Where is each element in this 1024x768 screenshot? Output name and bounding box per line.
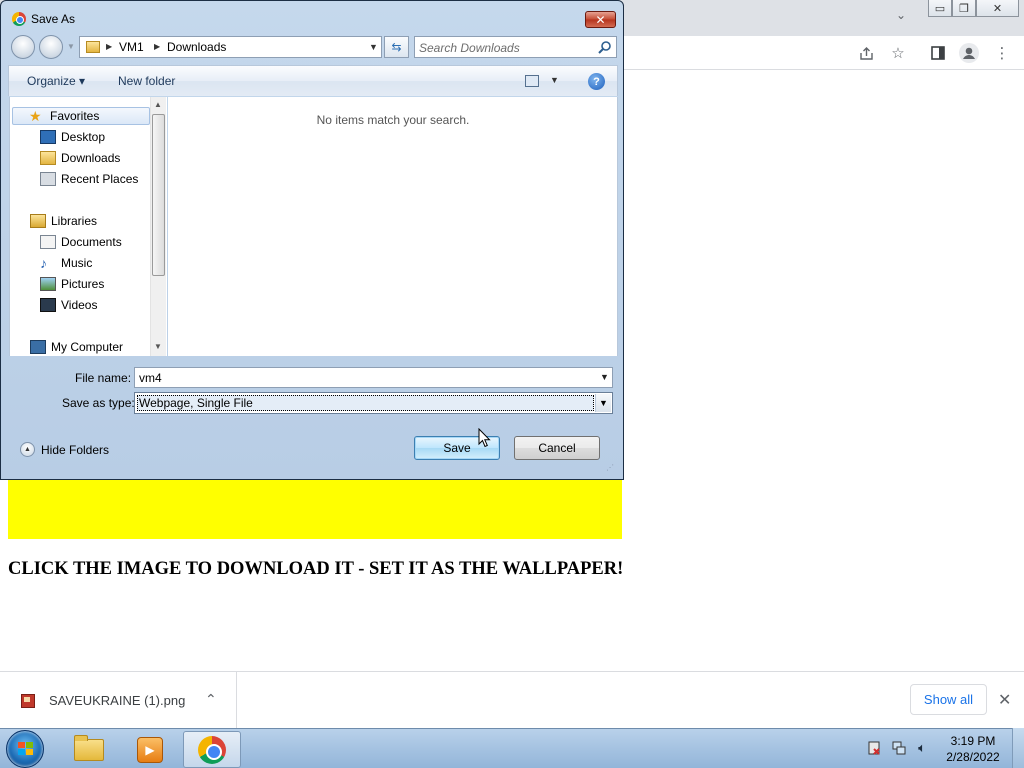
nav-pictures[interactable]: Pictures <box>40 275 104 293</box>
nav-desktop[interactable]: Desktop <box>40 128 105 146</box>
view-options-dropdown-icon[interactable]: ▼ <box>550 75 559 85</box>
tab-search-chevron-icon[interactable]: ⌄ <box>896 8 906 22</box>
chrome-icon <box>198 735 226 764</box>
more-icon[interactable]: ⋮ <box>992 43 1012 63</box>
nav-my-computer[interactable]: My Computer <box>30 338 123 356</box>
nav-recent-places[interactable]: Recent Places <box>40 170 138 188</box>
chevron-up-icon[interactable]: ⌃ <box>205 691 217 708</box>
nav-music[interactable]: ♪ Music <box>40 254 92 272</box>
computer-icon <box>30 340 46 354</box>
taskbar-explorer-button[interactable] <box>60 731 118 768</box>
side-panel-icon[interactable] <box>928 43 948 63</box>
recent-places-icon <box>40 172 56 186</box>
change-view-icon[interactable] <box>525 75 539 87</box>
save-as-type-value: Webpage, Single File <box>139 396 253 410</box>
close-icon[interactable]: ✕ <box>998 690 1011 710</box>
profile-icon[interactable] <box>959 43 979 63</box>
nav-favorites[interactable]: ★ Favorites <box>12 107 150 125</box>
action-center-icon[interactable] <box>866 740 882 756</box>
nav-pane-scrollbar[interactable]: ▲ ▼ <box>150 97 166 356</box>
save-as-type-value-box: Webpage, Single File <box>137 395 594 411</box>
documents-icon <box>40 235 56 249</box>
save-as-type-select[interactable]: Webpage, Single File ▼ <box>134 392 613 414</box>
breadcrumb-downloads[interactable]: Downloads <box>167 40 226 54</box>
share-icon[interactable] <box>856 43 876 63</box>
download-filename: SAVEUKRAINE (1).png <box>49 693 186 708</box>
start-button[interactable] <box>6 730 44 768</box>
mouse-cursor-icon <box>478 428 491 448</box>
videos-icon <box>40 298 56 312</box>
save-as-type-label: Save as type: <box>62 396 135 410</box>
cancel-button[interactable]: Cancel <box>514 436 600 460</box>
command-bar: Organize ▾ New folder ▼ ? <box>8 65 618 96</box>
hide-folders-button[interactable]: ▲ Hide Folders <box>20 442 109 457</box>
volume-icon[interactable]: 🔈︎ <box>914 740 930 756</box>
nav-videos[interactable]: Videos <box>40 296 97 314</box>
browser-close-button[interactable]: ✕ <box>976 0 1019 17</box>
star-icon[interactable]: ☆ <box>888 43 908 63</box>
show-all-button[interactable]: Show all <box>910 684 987 715</box>
folder-icon <box>86 41 100 53</box>
download-item[interactable]: SAVEUKRAINE (1).png ⌃ <box>0 672 237 729</box>
help-icon[interactable]: ? <box>588 73 605 90</box>
file-name-dropdown-icon[interactable]: ▼ <box>600 372 609 382</box>
chrome-icon <box>12 12 26 26</box>
pictures-icon <box>40 277 56 291</box>
file-name-label: File name: <box>75 371 132 385</box>
nav-libraries[interactable]: Libraries <box>30 212 97 230</box>
breadcrumb-vm1[interactable]: VM1 <box>119 40 144 54</box>
wallpaper-image-banner[interactable] <box>8 480 622 539</box>
file-name-field[interactable]: ▼ <box>134 367 613 388</box>
show-desktop-button[interactable] <box>1012 728 1024 768</box>
chevron-up-icon: ▲ <box>20 442 35 457</box>
empty-message: No items match your search. <box>316 113 470 127</box>
refresh-button[interactable]: ⇆ <box>384 36 409 58</box>
dialog-title: Save As <box>31 12 76 26</box>
new-folder-button[interactable]: New folder <box>118 74 175 88</box>
dialog-close-button[interactable]: ✕ <box>585 11 616 28</box>
page-heading: CLICK THE IMAGE TO DOWNLOAD IT - SET IT … <box>8 559 624 579</box>
clock-time: 3:19 PM <box>950 734 996 748</box>
resize-grip-icon[interactable]: ⋰ <box>606 463 616 473</box>
navigation-pane: ★ Favorites Desktop Downloads Recent Pla… <box>9 97 167 356</box>
save-as-type-dropdown-icon[interactable]: ▼ <box>595 394 611 412</box>
clock-date: 2/28/2022 <box>946 750 1000 764</box>
recent-locations-dropdown-icon[interactable]: ▼ <box>67 42 75 51</box>
taskbar-media-player-button[interactable]: ▶ <box>121 731 179 768</box>
scrollbar-thumb[interactable] <box>152 114 165 276</box>
media-player-icon: ▶ <box>137 736 163 763</box>
file-name-input[interactable] <box>139 370 579 385</box>
file-list-pane[interactable]: No items match your search. <box>168 97 618 356</box>
network-icon[interactable] <box>891 740 907 756</box>
image-file-icon <box>21 694 35 708</box>
scroll-up-icon[interactable]: ▲ <box>154 100 162 109</box>
search-input[interactable] <box>419 40 589 55</box>
back-button[interactable] <box>11 35 35 59</box>
music-icon: ♪ <box>40 255 47 271</box>
search-icon[interactable] <box>598 40 612 54</box>
taskbar-clock[interactable]: 3:19 PM 2/28/2022 <box>938 733 1008 765</box>
save-as-dialog: Save As ✕ ▼ ▶ VM1 ▶ Downloads ▼ ⇆ Organi… <box>0 0 624 480</box>
organize-menu[interactable]: Organize ▾ <box>27 74 85 88</box>
address-dropdown-icon[interactable]: ▼ <box>369 42 378 52</box>
folder-icon <box>74 734 104 761</box>
windows-flag-icon <box>18 742 34 757</box>
restore-button[interactable]: ❐ <box>952 0 976 17</box>
search-box[interactable] <box>414 36 617 58</box>
forward-button[interactable] <box>39 35 63 59</box>
breadcrumb-arrow-icon[interactable]: ▶ <box>154 42 160 51</box>
downloads-folder-icon <box>40 151 56 165</box>
refresh-icon: ⇆ <box>391 40 402 54</box>
desktop-icon <box>40 130 56 144</box>
address-bar[interactable]: ▶ VM1 ▶ Downloads ▼ <box>79 36 382 58</box>
star-icon: ★ <box>29 108 42 124</box>
scroll-down-icon[interactable]: ▼ <box>154 342 162 351</box>
taskbar-chrome-button[interactable] <box>183 731 241 768</box>
download-shelf: SAVEUKRAINE (1).png ⌃ Show all ✕ <box>0 671 1024 729</box>
nav-documents[interactable]: Documents <box>40 233 122 251</box>
minimize-button[interactable]: ▭ <box>928 0 952 17</box>
breadcrumb-arrow-icon[interactable]: ▶ <box>106 42 112 51</box>
nav-downloads[interactable]: Downloads <box>40 149 120 167</box>
libraries-icon <box>30 214 46 228</box>
